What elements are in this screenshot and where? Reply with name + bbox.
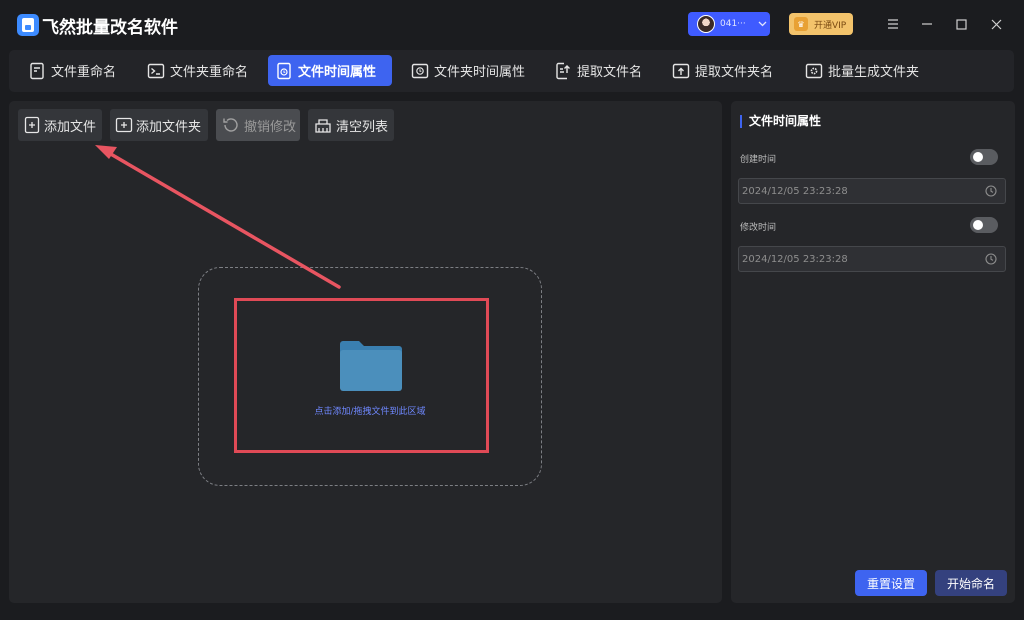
tab-label: 批量生成文件夹: [828, 65, 920, 80]
modified-time-field[interactable]: 2024/12/05 23:23:28: [738, 246, 1006, 272]
tab-folder-rename[interactable]: 文件夹重命名: [140, 55, 258, 86]
crown-icon: ♛: [794, 17, 808, 31]
created-time-value: 2024/12/05 23:23:28: [742, 185, 848, 197]
annotation-arrow: [95, 145, 341, 289]
vip-label: 开通VIP: [814, 20, 847, 31]
feature-tab-bar: 文件重命名 文件夹重命名 文件时间属性 文件夹时间属性 提取文件名 提取文件夹名…: [9, 50, 1014, 92]
tab-file-rename[interactable]: 文件重命名: [21, 55, 139, 86]
user-name: 041···: [720, 19, 746, 29]
start-rename-button[interactable]: 开始命名: [935, 570, 1007, 596]
tab-folder-time-attributes[interactable]: 文件夹时间属性: [404, 55, 536, 86]
minimize-icon[interactable]: [917, 14, 937, 34]
menu-icon[interactable]: [883, 14, 903, 34]
tab-batch-create-folders[interactable]: 批量生成文件夹: [798, 55, 928, 86]
file-list-panel: 添加文件 添加文件夹 撤销修改 清空列表 点击添加/拖拽文件到此区域: [9, 101, 722, 603]
modified-time-value: 2024/12/05 23:23:28: [742, 253, 848, 265]
reset-settings-button[interactable]: 重置设置: [855, 570, 927, 596]
gear-folder-icon: [805, 63, 823, 78]
modified-time-toggle[interactable]: [970, 217, 998, 233]
upload-folder-icon: [672, 63, 690, 78]
avatar: [697, 15, 715, 33]
tab-label: 文件夹重命名: [170, 65, 249, 80]
extract-file-icon: [556, 62, 570, 79]
tab-extract-folder-name[interactable]: 提取文件夹名: [665, 55, 783, 86]
panel-title: 文件时间属性: [740, 115, 821, 128]
tab-label: 提取文件名: [577, 65, 643, 80]
file-clock-icon: [277, 62, 291, 79]
tab-label: 文件重命名: [51, 65, 117, 80]
clock-icon[interactable]: [985, 185, 997, 197]
folder-clock-icon: [411, 63, 429, 78]
file-icon: [30, 62, 44, 79]
tab-label: 文件夹时间属性: [434, 65, 526, 80]
close-icon[interactable]: [986, 14, 1006, 34]
created-time-toggle[interactable]: [970, 149, 998, 165]
tab-label: 文件时间属性: [298, 65, 377, 80]
tab-file-time-attributes[interactable]: 文件时间属性: [268, 55, 392, 86]
time-attributes-panel: 文件时间属性 创建时间 2024/12/05 23:23:28 修改时间 202…: [731, 101, 1015, 603]
vip-button[interactable]: ♛ 开通VIP: [789, 13, 853, 35]
modified-time-label: 修改时间: [740, 223, 777, 233]
created-time-field[interactable]: 2024/12/05 23:23:28: [738, 178, 1006, 204]
maximize-icon[interactable]: [951, 14, 971, 34]
chevron-down-icon: [758, 21, 767, 27]
clock-icon[interactable]: [985, 253, 997, 265]
title-bar: 飞然批量改名软件 041··· ♛ 开通VIP: [0, 0, 1024, 50]
terminal-icon: [147, 63, 165, 78]
user-account-button[interactable]: 041···: [688, 12, 770, 36]
app-logo: [17, 14, 39, 36]
tab-extract-file-name[interactable]: 提取文件名: [547, 55, 655, 86]
created-time-label: 创建时间: [740, 155, 777, 165]
tab-label: 提取文件夹名: [695, 65, 774, 80]
app-title: 飞然批量改名软件: [42, 18, 178, 38]
